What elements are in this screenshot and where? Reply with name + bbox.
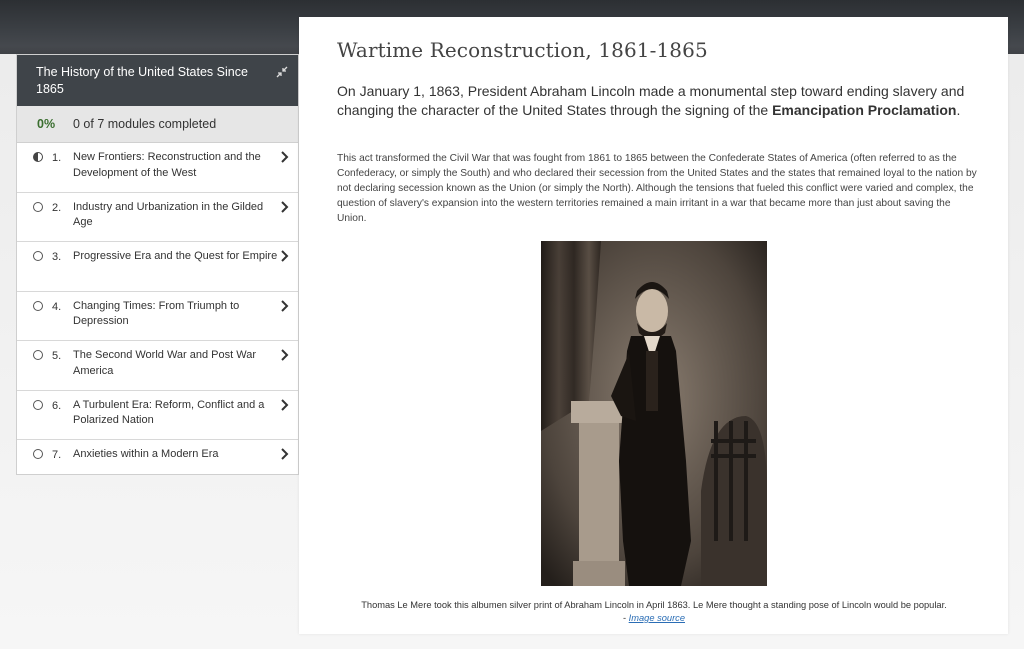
module-item[interactable]: 7. Anxieties within a Modern Era: [17, 440, 298, 474]
key-term: Emancipation Proclamation: [772, 102, 957, 118]
lead-paragraph: On January 1, 1863, President Abraham Li…: [337, 82, 977, 120]
module-title: Anxieties within a Modern Era: [73, 448, 219, 460]
chevron-right-icon: [281, 200, 289, 213]
module-number: 7.: [52, 449, 62, 461]
image-source-line: - Image source: [329, 612, 979, 625]
module-list: 1. New Frontiers: Reconstruction and the…: [17, 143, 298, 474]
chevron-right-icon: [281, 448, 289, 460]
not-started-status-icon: [33, 300, 43, 311]
module-number: 2.: [52, 201, 62, 214]
image-source-link[interactable]: Image source: [629, 613, 685, 623]
chevron-right-icon: [281, 299, 289, 312]
chevron-right-icon: [281, 398, 289, 411]
module-item[interactable]: 5. The Second World War and Post War Ame…: [17, 341, 298, 391]
lead-end: .: [956, 102, 961, 118]
lincoln-photograph: [541, 241, 767, 586]
progress-text: 0 of 7 modules completed: [73, 117, 217, 131]
module-item[interactable]: 3. Progressive Era and the Quest for Emp…: [17, 242, 298, 292]
progress-percent: 0%: [37, 117, 56, 131]
not-started-status-icon: [33, 251, 43, 261]
not-started-status-icon: [33, 201, 43, 212]
collapse-icon[interactable]: [275, 66, 289, 80]
module-title: Progressive Era and the Quest for Empire: [73, 250, 278, 262]
body-paragraph: This act transformed the Civil War that …: [337, 153, 977, 224]
course-title: The History of the United States Since 1…: [36, 65, 248, 96]
module-number: 3.: [52, 251, 62, 263]
course-header: The History of the United States Since 1…: [17, 55, 298, 106]
module-number: 4.: [52, 300, 62, 313]
lesson-content: Wartime Reconstruction, 1861-1865 On Jan…: [299, 17, 1008, 634]
module-item[interactable]: 6. A Turbulent Era: Reform, Conflict and…: [17, 391, 298, 440]
module-number: 1.: [52, 152, 62, 164]
chevron-right-icon: [281, 250, 289, 262]
page-title: Wartime Reconstruction, 1861-1865: [337, 38, 708, 62]
progress-summary: 0% 0 of 7 modules completed: [17, 106, 298, 143]
module-number: 5.: [52, 350, 62, 362]
module-item[interactable]: 2. Industry and Urbanization in the Gild…: [17, 193, 298, 242]
image-caption: Thomas Le Mere took this albumen silver …: [361, 600, 947, 610]
chevron-right-icon: [281, 349, 289, 361]
module-item[interactable]: 1. New Frontiers: Reconstruction and the…: [17, 143, 298, 193]
module-item[interactable]: 4. Changing Times: From Triumph to Depre…: [17, 292, 298, 341]
module-title: Industry and Urbanization in the Gilded …: [73, 200, 264, 229]
module-title: A Turbulent Era: Reform, Conflict and a …: [73, 398, 265, 427]
not-started-status-icon: [33, 350, 43, 360]
in-progress-status-icon: [33, 152, 43, 162]
module-title: New Frontiers: Reconstruction and the De…: [73, 151, 261, 179]
not-started-status-icon: [33, 449, 43, 459]
module-title: The Second World War and Post War Americ…: [73, 349, 256, 377]
module-number: 6.: [52, 399, 62, 412]
portrait-image: [541, 241, 767, 586]
module-title: Changing Times: From Triumph to Depressi…: [73, 299, 240, 328]
chevron-right-icon: [281, 151, 289, 163]
course-sidebar: The History of the United States Since 1…: [16, 54, 299, 475]
not-started-status-icon: [33, 399, 43, 410]
